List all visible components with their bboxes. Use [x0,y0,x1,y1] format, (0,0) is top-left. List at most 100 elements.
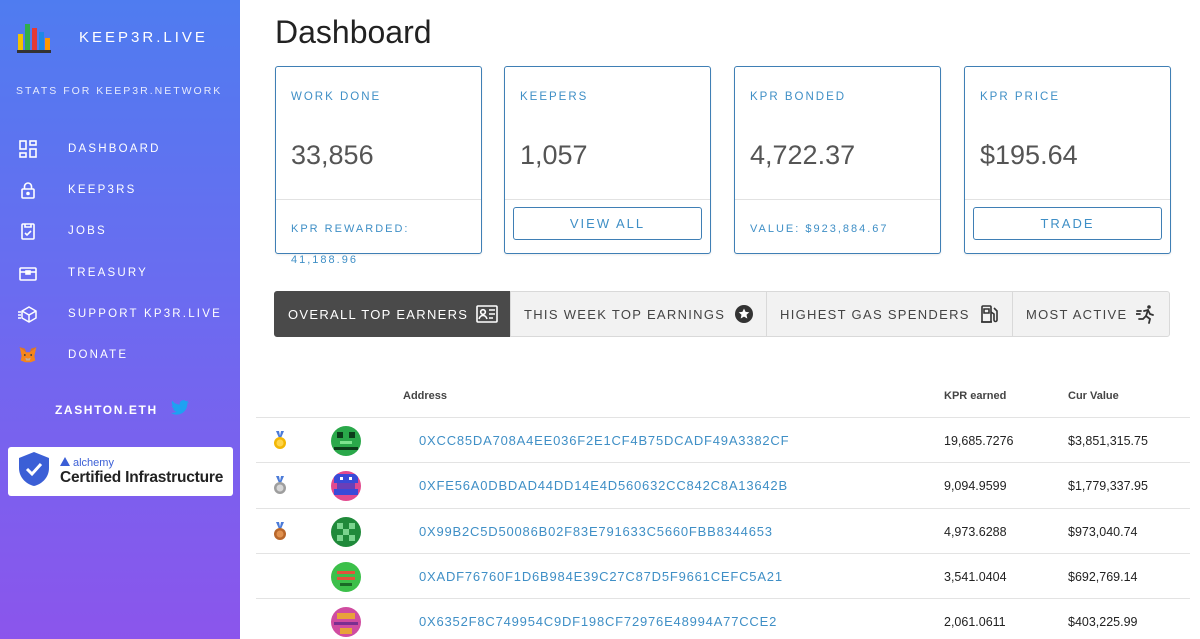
brand[interactable] [16,18,52,54]
sidebar-item-jobs[interactable]: JOBS [0,211,240,252]
card-label: KPR BONDED [750,91,847,103]
sidebar-item-label: DASHBOARD [68,142,161,155]
kpr-earned: 4,973.6288 [944,524,1007,539]
cur-value: $3,851,315.75 [1068,434,1148,448]
kpr-earned: 3,541.0404 [944,569,1007,584]
card-divider [505,199,710,200]
card-label: KEEPERS [520,91,589,103]
cur-value: $973,040.74 [1068,524,1138,539]
address-link[interactable]: 0XADF76760F1D6B984E39C27C87D5F9661CEFC5A… [419,569,783,584]
tab-label: THIS WEEK TOP EARNINGS [524,306,726,322]
kpr-earned: 9,094.9599 [944,479,1007,494]
card-value: $195.64 [980,140,1078,170]
sidebar-item-label: TREASURY [68,266,149,279]
card-label: KPR PRICE [980,91,1060,103]
identicon-avatar [331,607,361,638]
brand-title[interactable]: KEEP3R.LIVE [79,29,208,46]
treasury-box-icon [18,263,38,283]
identicon-avatar [331,561,361,592]
tab-label: OVERALL TOP EARNERS [288,306,469,322]
view-all-button[interactable]: VIEW ALL [513,207,702,240]
address-link[interactable]: 0X6352F8C749954C9DF198CF72976E48994A77CC… [419,614,777,629]
tab-highest-gas-spenders[interactable]: HIGHEST GAS SPENDERS [766,291,1013,337]
leaderboard-icon [476,303,499,325]
kpr-earned: 2,061.0611 [944,615,1006,630]
tab-label: HIGHEST GAS SPENDERS [780,306,970,322]
cur-value: $403,225.99 [1068,615,1138,630]
card-footer: VALUE: $923,884.67 [750,223,889,235]
author-name: ZASHTON.ETH [55,402,158,417]
identicon-avatar [331,426,361,456]
silver-medal-icon [273,476,287,496]
address-link[interactable]: 0XFE56A0DBDAD44DD14E4D560632CC842C8A1364… [419,478,788,493]
trade-button[interactable]: TRADE [973,207,1162,240]
tab-most-active[interactable]: MOST ACTIVE [1012,291,1170,337]
card-value: 33,856 [291,140,374,170]
table-row[interactable]: 0X6352F8C749954C9DF198CF72976E48994A77CC… [256,599,1190,639]
kpr-earned: 19,685.7276 [944,434,1014,448]
card-value: 4,722.37 [750,140,856,170]
card-divider [965,199,1170,200]
identicon-avatar [331,516,361,547]
address-link[interactable]: 0XCC85DA708A4EE036F2E1CF4B75DCADF49A3382… [419,433,789,448]
table-row[interactable]: 0XCC85DA708A4EE036F2E1CF4B75DCADF49A3382… [256,418,1190,464]
sidebar-item-label: DONATE [68,349,129,362]
header-address: Address [403,390,448,402]
card-footer: KPR REWARDED: [291,223,410,235]
cur-value: $692,769.14 [1068,569,1138,584]
card-work-done: WORK DONE 33,856 KPR REWARDED: 41,188.96 [275,66,482,266]
sidebar-item-keep3rs[interactable]: KEEP3RS [0,169,240,210]
card-footer-value: 41,188.96 [291,254,358,266]
bronze-medal-icon [273,521,287,542]
identicon-avatar [331,471,361,502]
cur-value: $1,779,337.95 [1068,479,1148,494]
sidebar-nav: DASHBOARD KEEP3RS JOBS TREASURY SUPPORT … [0,128,240,376]
table-row[interactable]: 0XADF76760F1D6B984E39C27C87D5F9661CEFC5A… [256,554,1190,600]
card-divider [276,199,481,200]
sidebar-item-dashboard[interactable]: DASHBOARD [0,128,240,169]
card-value: 1,057 [520,140,588,170]
alchemy-brand: alchemy [60,456,223,469]
cube-icon [18,304,38,324]
jobs-clipboard-icon [18,221,38,241]
metamask-fox-icon [18,345,38,365]
alchemy-logo-icon [60,456,70,469]
running-icon [1135,303,1157,325]
card-divider [735,199,940,200]
gas-pump-icon [978,303,1000,325]
table-header: Address KPR earned Cur Value [256,380,1190,418]
star-circle-icon [733,303,755,325]
alchemy-badge[interactable]: alchemy Certified Infrastructure [8,447,233,496]
tab-overall-top-earners[interactable]: OVERALL TOP EARNERS [274,291,511,337]
card-kpr-bonded: KPR BONDED 4,722.37 VALUE: $923,884.67 [734,66,941,254]
page-title: Dashboard [275,14,432,50]
header-cur-value: Cur Value [1068,390,1119,402]
sidebar-item-label: JOBS [68,225,107,238]
sidebar: KEEP3R.LIVE STATS FOR KEEP3R.NETWORK DAS… [0,0,240,639]
tagline: STATS FOR KEEP3R.NETWORK [16,85,223,97]
card-kpr-price: KPR PRICE $195.64 TRADE [964,66,1171,254]
sidebar-item-label: SUPPORT KP3R.LIVE [68,307,222,320]
sidebar-item-label: KEEP3RS [68,183,137,196]
card-label: WORK DONE [291,91,382,103]
author-link[interactable]: ZASHTON.ETH [55,400,190,419]
dashboard-grid-icon [18,139,38,159]
address-link[interactable]: 0X99B2C5D50086B02F83E791633C5660FBB83446… [419,524,773,539]
lock-icon [18,180,38,200]
earners-table: Address KPR earned Cur Value 0XCC85DA708… [256,380,1190,639]
tab-label: MOST ACTIVE [1026,306,1128,322]
sidebar-item-donate[interactable]: DONATE [0,334,240,375]
leaderboard-tabs: OVERALL TOP EARNERS THIS WEEK TOP EARNIN… [274,291,1171,337]
twitter-icon[interactable] [170,400,190,419]
alchemy-brand-label: alchemy [73,456,114,469]
sidebar-item-support[interactable]: SUPPORT KP3R.LIVE [0,293,240,334]
tab-this-week-top-earnings[interactable]: THIS WEEK TOP EARNINGS [510,291,767,337]
keep3r-logo-icon[interactable] [16,18,52,54]
card-keepers: KEEPERS 1,057 VIEW ALL [504,66,711,254]
header-kpr-earned: KPR earned [944,390,1007,402]
table-row[interactable]: 0X99B2C5D50086B02F83E791633C5660FBB83446… [256,509,1190,554]
gold-medal-icon [273,431,287,451]
shield-check-icon [16,450,52,493]
table-row[interactable]: 0XFE56A0DBDAD44DD14E4D560632CC842C8A1364… [256,463,1190,509]
sidebar-item-treasury[interactable]: TREASURY [0,252,240,293]
